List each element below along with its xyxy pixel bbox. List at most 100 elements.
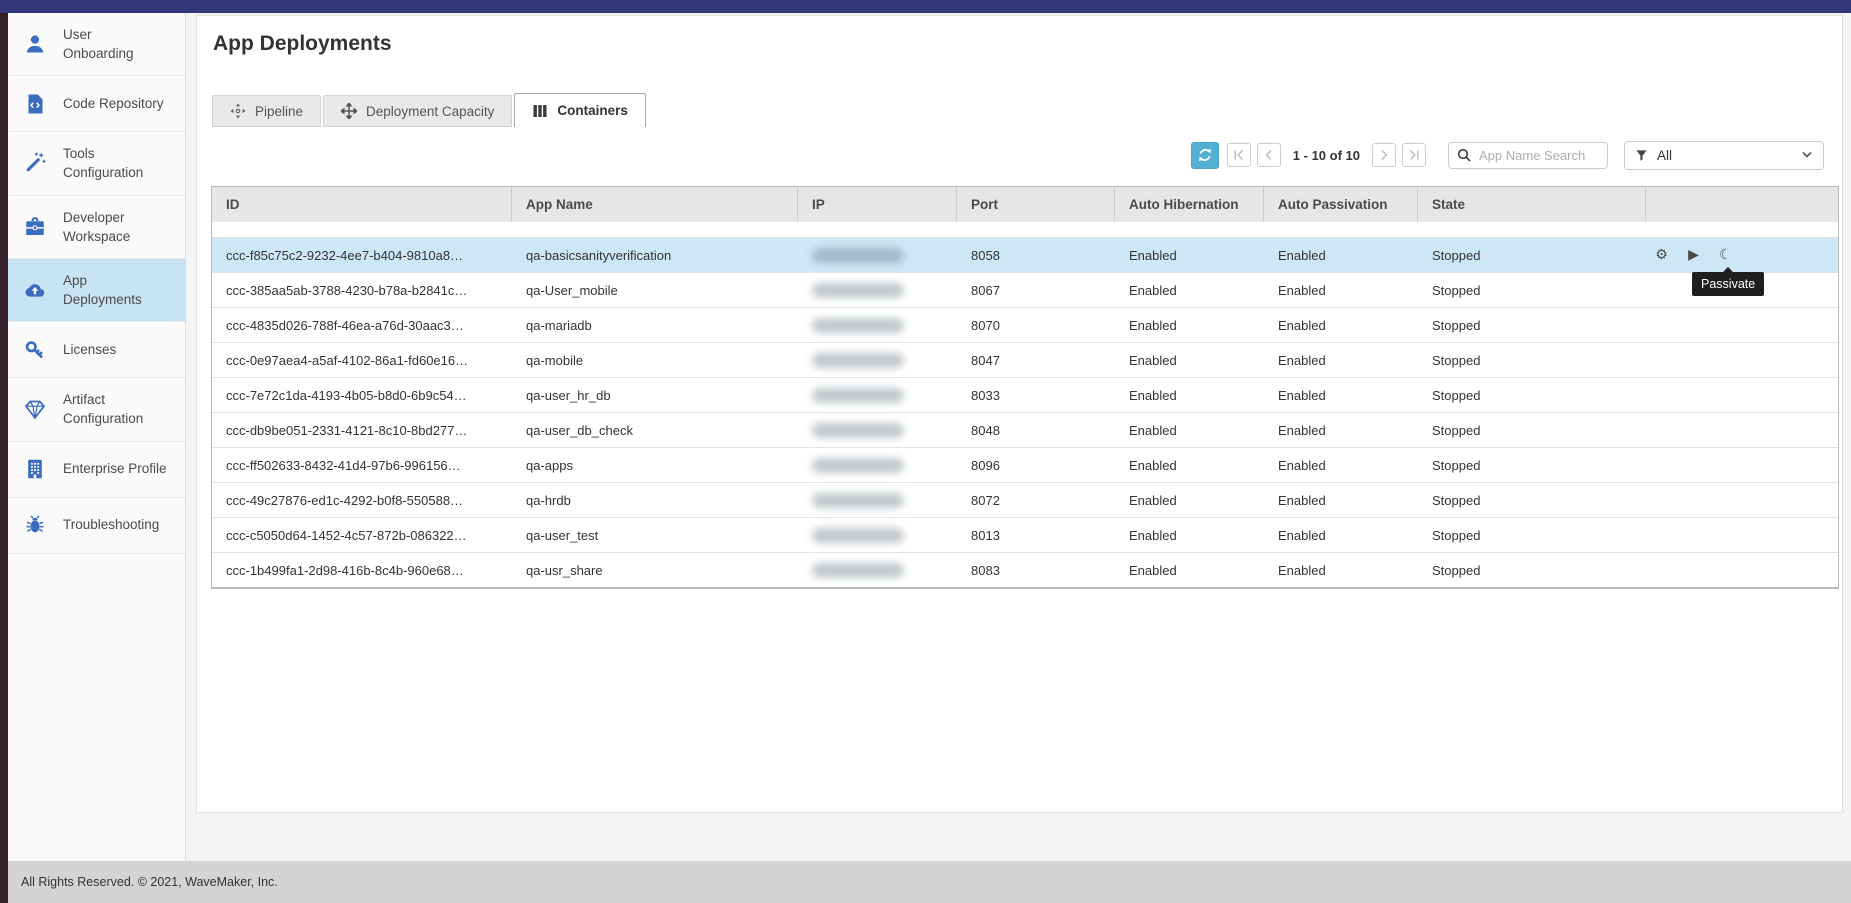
table-row[interactable]: ccc-49c27876-ed1c-4292-b0f8-550588…qa-hr…: [212, 483, 1838, 518]
sidebar: User Onboarding Code Repository Tools Co…: [8, 13, 186, 861]
cell-auto-hibernation: Enabled: [1115, 343, 1264, 377]
cell-id: ccc-385aa5ab-3788-4230-b78a-b2841c…: [212, 273, 512, 307]
sidebar-item-artifact-configuration[interactable]: Artifact Configuration: [8, 378, 185, 441]
column-header-auto-passivation[interactable]: Auto Passivation: [1264, 187, 1418, 222]
redacted-ip-value: [812, 423, 904, 438]
table-row[interactable]: ccc-7e72c1da-4193-4b05-b8d0-6b9c54…qa-us…: [212, 378, 1838, 413]
column-header-actions: [1646, 187, 1838, 222]
containers-table: ID App Name IP Port Auto Hibernation Aut…: [211, 186, 1839, 589]
toolbar: 1 - 10 of 10: [1191, 140, 1824, 170]
table-body: ccc-f85c75c2-9232-4ee7-b404-9810a8…qa-ba…: [212, 238, 1838, 587]
cell-app-name: qa-user_hr_db: [512, 378, 798, 412]
first-page-button[interactable]: [1227, 143, 1251, 167]
table-row[interactable]: ccc-1b499fa1-2d98-416b-8c4b-960e68…qa-us…: [212, 553, 1838, 587]
sidebar-item-label: User Onboarding: [63, 25, 165, 63]
sidebar-item-licenses[interactable]: Licenses: [8, 322, 185, 378]
table-row[interactable]: ccc-0e97aea4-a5af-4102-86a1-fd60e16…qa-m…: [212, 343, 1838, 378]
top-nav-bar: [0, 0, 1851, 13]
redacted-ip-value: [812, 318, 904, 333]
redacted-ip-value: [812, 388, 904, 403]
cell-ip: [798, 483, 957, 517]
cell-auto-hibernation: Enabled: [1115, 518, 1264, 552]
cell-port: 8070: [957, 308, 1115, 342]
cell-actions: [1646, 483, 1838, 517]
last-page-icon: [1408, 149, 1420, 161]
building-icon: [22, 457, 48, 481]
table-row[interactable]: ccc-ff502633-8432-41d4-97b6-996156…qa-ap…: [212, 448, 1838, 483]
filter-icon: [1635, 149, 1648, 162]
cell-auto-hibernation: Enabled: [1115, 308, 1264, 342]
chevron-right-icon: [1378, 149, 1390, 161]
column-header-ip[interactable]: IP: [798, 187, 957, 222]
cell-state: Stopped: [1418, 308, 1646, 342]
tab-label: Containers: [557, 103, 628, 118]
cell-actions: [1646, 518, 1838, 552]
cell-port: 8047: [957, 343, 1115, 377]
cell-id: ccc-db9be051-2331-4121-8c10-8bd277…: [212, 413, 512, 447]
column-header-state[interactable]: State: [1418, 187, 1646, 222]
sidebar-item-code-repository[interactable]: Code Repository: [8, 76, 185, 132]
content-card: App Deployments Pipeline Deployment Capa…: [196, 15, 1843, 813]
search-icon: [1457, 148, 1471, 162]
table-header-row: ID App Name IP Port Auto Hibernation Aut…: [212, 187, 1838, 222]
cell-id: ccc-7e72c1da-4193-4b05-b8d0-6b9c54…: [212, 378, 512, 412]
tab-label: Pipeline: [255, 104, 303, 119]
diamond-icon: [22, 397, 48, 421]
cell-auto-passivation: Enabled: [1264, 553, 1418, 587]
cell-auto-passivation: Enabled: [1264, 518, 1418, 552]
pagination-range-label: 1 - 10 of 10: [1293, 148, 1360, 163]
cell-port: 8067: [957, 273, 1115, 307]
column-header-auto-hibernation[interactable]: Auto Hibernation: [1115, 187, 1264, 222]
cell-app-name: qa-usr_share: [512, 553, 798, 587]
cell-state: Stopped: [1418, 378, 1646, 412]
sidebar-item-user-onboarding[interactable]: User Onboarding: [8, 13, 185, 76]
column-header-app-name[interactable]: App Name: [512, 187, 798, 222]
cell-auto-passivation: Enabled: [1264, 378, 1418, 412]
moon-icon[interactable]: ☾: [1716, 248, 1735, 262]
refresh-button[interactable]: [1191, 142, 1219, 169]
cell-ip: [798, 238, 957, 272]
table-row[interactable]: ccc-385aa5ab-3788-4230-b78a-b2841c…qa-Us…: [212, 273, 1838, 308]
tab-pipeline[interactable]: Pipeline: [212, 95, 321, 127]
table-row[interactable]: ccc-c5050d64-1452-4c57-872b-086322…qa-us…: [212, 518, 1838, 553]
column-header-port[interactable]: Port: [957, 187, 1115, 222]
sidebar-item-label: Troubleshooting: [63, 515, 165, 534]
sidebar-item-enterprise-profile[interactable]: Enterprise Profile: [8, 442, 185, 498]
column-header-id[interactable]: ID: [212, 187, 512, 222]
table-row[interactable]: ccc-db9be051-2331-4121-8c10-8bd277…qa-us…: [212, 413, 1838, 448]
cell-app-name: qa-user_db_check: [512, 413, 798, 447]
page-title: App Deployments: [213, 32, 392, 56]
state-filter-dropdown[interactable]: All: [1624, 141, 1824, 170]
cell-actions: [1646, 378, 1838, 412]
search-input[interactable]: [1477, 147, 1599, 164]
table-row[interactable]: ccc-f85c75c2-9232-4ee7-b404-9810a8…qa-ba…: [212, 238, 1838, 273]
last-page-button[interactable]: [1402, 143, 1426, 167]
sidebar-item-developer-workspace[interactable]: Developer Workspace: [8, 196, 185, 259]
cell-auto-hibernation: Enabled: [1115, 273, 1264, 307]
play-icon[interactable]: ▶: [1684, 248, 1703, 262]
cell-port: 8048: [957, 413, 1115, 447]
sidebar-item-troubleshooting[interactable]: Troubleshooting: [8, 498, 185, 554]
cell-auto-hibernation: Enabled: [1115, 413, 1264, 447]
table-row[interactable]: ccc-4835d026-788f-46ea-a76d-30aac3…qa-ma…: [212, 308, 1838, 343]
cell-ip: [798, 553, 957, 587]
gear-icon[interactable]: ⚙: [1652, 248, 1671, 262]
cell-auto-hibernation: Enabled: [1115, 378, 1264, 412]
redacted-ip-value: [812, 458, 904, 473]
tab-deployment-capacity[interactable]: Deployment Capacity: [323, 95, 512, 127]
cell-state: Stopped: [1418, 273, 1646, 307]
cell-id: ccc-4835d026-788f-46ea-a76d-30aac3…: [212, 308, 512, 342]
tab-containers[interactable]: Containers: [514, 93, 646, 127]
sidebar-item-tools-configuration[interactable]: Tools Configuration: [8, 132, 185, 195]
cell-ip: [798, 448, 957, 482]
pipeline-icon: [230, 103, 246, 119]
sidebar-item-app-deployments[interactable]: App Deployments: [8, 259, 185, 322]
cell-auto-passivation: Enabled: [1264, 343, 1418, 377]
previous-page-button[interactable]: [1257, 143, 1281, 167]
cell-auto-passivation: Enabled: [1264, 448, 1418, 482]
cell-auto-hibernation: Enabled: [1115, 238, 1264, 272]
cell-actions: [1646, 308, 1838, 342]
cell-actions: [1646, 413, 1838, 447]
cell-auto-passivation: Enabled: [1264, 308, 1418, 342]
next-page-button[interactable]: [1372, 143, 1396, 167]
